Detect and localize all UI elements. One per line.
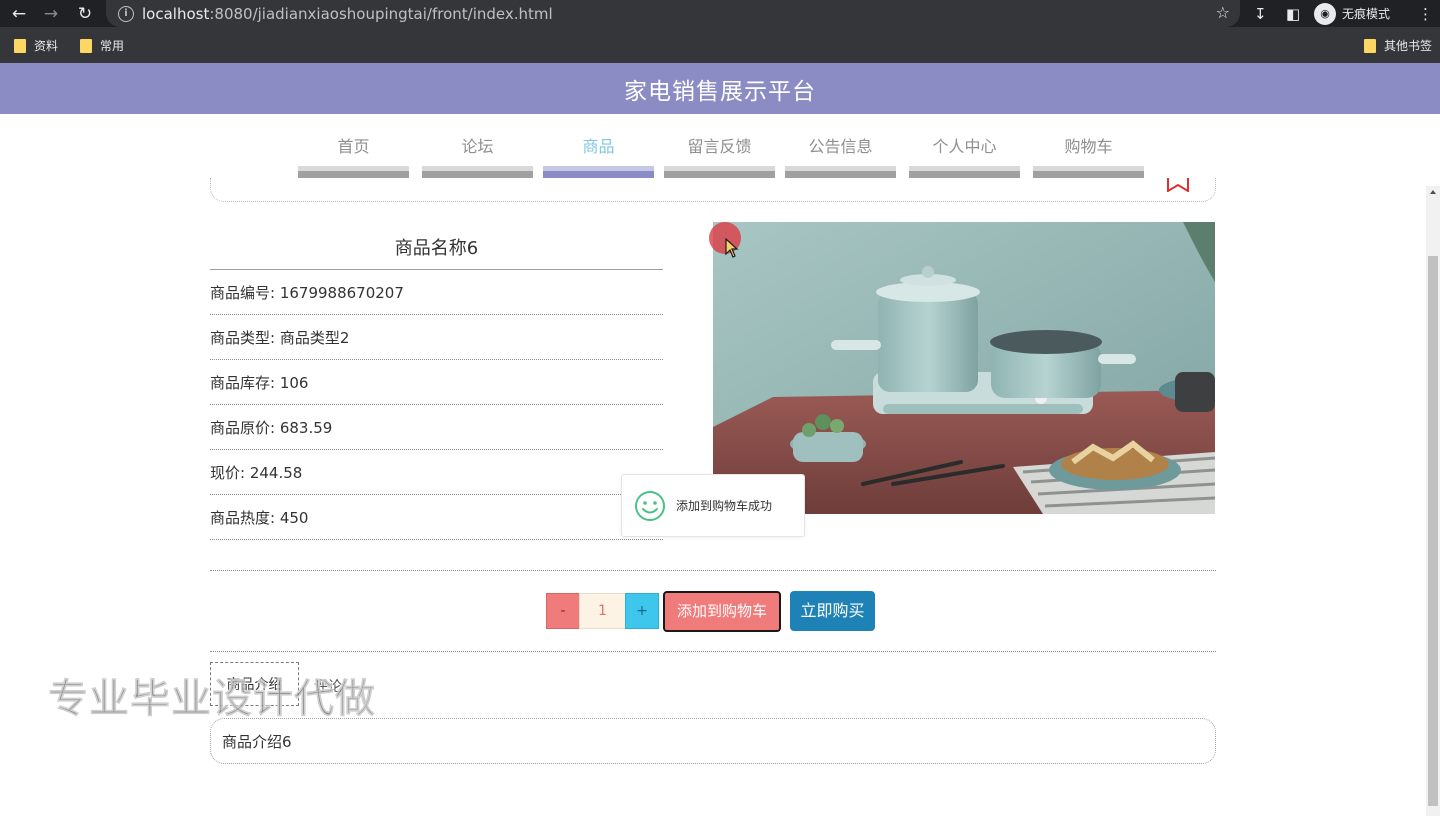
product-field-popularity: 商品热度: 450 bbox=[210, 495, 663, 540]
site-header: 家电销售展示平台 bbox=[0, 63, 1440, 114]
quantity-decrease-button[interactable]: - bbox=[546, 593, 580, 629]
nav-home[interactable]: 首页 bbox=[298, 134, 409, 178]
nav-products[interactable]: 商品 bbox=[543, 134, 654, 178]
nav-announcements[interactable]: 公告信息 bbox=[785, 134, 896, 178]
kitchen-appliance-photo bbox=[713, 222, 1215, 514]
add-to-cart-button[interactable]: 添加到购物车 bbox=[663, 591, 781, 632]
incognito-label: 无痕模式 bbox=[1342, 7, 1391, 21]
address-bar[interactable]: i localhost:8080/jiadianxiaoshoupingtai/… bbox=[106, 0, 1240, 27]
bookmark-folder-other[interactable]: 其他书签 bbox=[1364, 37, 1432, 54]
product-field-code: 商品编号: 1679988670207 bbox=[210, 270, 663, 315]
bookmark-star-icon[interactable]: ☆ bbox=[1216, 3, 1230, 22]
folder-icon bbox=[14, 38, 26, 53]
breadcrumb-strip bbox=[210, 178, 1216, 202]
folder-icon bbox=[1364, 38, 1376, 53]
product-image[interactable] bbox=[713, 222, 1215, 514]
reload-icon[interactable]: ↻ bbox=[72, 0, 98, 27]
nav-forum[interactable]: 论坛 bbox=[422, 134, 533, 178]
site-info-icon[interactable]: i bbox=[118, 5, 134, 22]
nav-personal-center[interactable]: 个人中心 bbox=[909, 134, 1020, 178]
scroll-up-icon[interactable] bbox=[1430, 190, 1436, 194]
url-text[interactable]: localhost:8080/jiadianxiaoshoupingtai/fr… bbox=[142, 5, 553, 23]
incognito-indicator[interactable]: ◉ 无痕模式 bbox=[1314, 2, 1390, 25]
mouse-pointer-icon bbox=[725, 238, 739, 258]
smile-icon bbox=[635, 490, 665, 521]
nav-cart[interactable]: 购物车 bbox=[1033, 134, 1144, 178]
browser-toolbar: ← → ↻ i localhost:8080/jiadianxiaoshoupi… bbox=[0, 0, 1440, 27]
bookmarks-bar: 资料 常用 其他书签 bbox=[0, 27, 1440, 63]
folder-icon bbox=[80, 38, 92, 53]
quantity-increase-button[interactable]: + bbox=[625, 593, 659, 629]
quantity-input[interactable] bbox=[579, 593, 626, 629]
bookmark-flag-icon bbox=[1167, 178, 1189, 192]
download-icon[interactable]: ↧ bbox=[1254, 0, 1267, 27]
main-nav: 首页 论坛 商品 留言反馈 公告信息 个人中心 购物车 bbox=[298, 134, 1144, 178]
page-scrollbar[interactable] bbox=[1426, 186, 1440, 816]
site-title: 家电销售展示平台 bbox=[624, 78, 816, 105]
product-field-stock: 商品库存: 106 bbox=[210, 360, 663, 405]
side-panel-icon[interactable]: ◧ bbox=[1286, 0, 1300, 27]
watermark-overlay: 专业毕业设计代做 bbox=[48, 676, 376, 723]
bookmark-folder-changyong[interactable]: 常用 bbox=[80, 37, 124, 54]
divider bbox=[210, 651, 1216, 652]
menu-kebab-icon[interactable]: ⋮ bbox=[1418, 0, 1433, 27]
toast-message: 添加到购物车成功 bbox=[676, 499, 773, 513]
divider bbox=[210, 570, 1216, 571]
product-field-type: 商品类型: 商品类型2 bbox=[210, 315, 663, 360]
bookmark-folder-ziliao[interactable]: 资料 bbox=[14, 37, 58, 54]
buy-now-button[interactable]: 立即购买 bbox=[790, 591, 875, 631]
forward-icon[interactable]: → bbox=[38, 0, 64, 27]
product-field-current-price: 现价: 244.58 bbox=[210, 450, 663, 495]
incognito-icon: ◉ bbox=[1314, 2, 1336, 25]
product-intro-content: 商品介绍6 bbox=[210, 718, 1216, 764]
product-name: 商品名称6 bbox=[394, 238, 479, 259]
toast-notification: 添加到购物车成功 bbox=[621, 474, 805, 537]
product-field-original-price: 商品原价: 683.59 bbox=[210, 405, 663, 450]
scrollbar-thumb[interactable] bbox=[1428, 256, 1438, 806]
back-icon[interactable]: ← bbox=[6, 0, 32, 27]
nav-feedback[interactable]: 留言反馈 bbox=[664, 134, 775, 178]
